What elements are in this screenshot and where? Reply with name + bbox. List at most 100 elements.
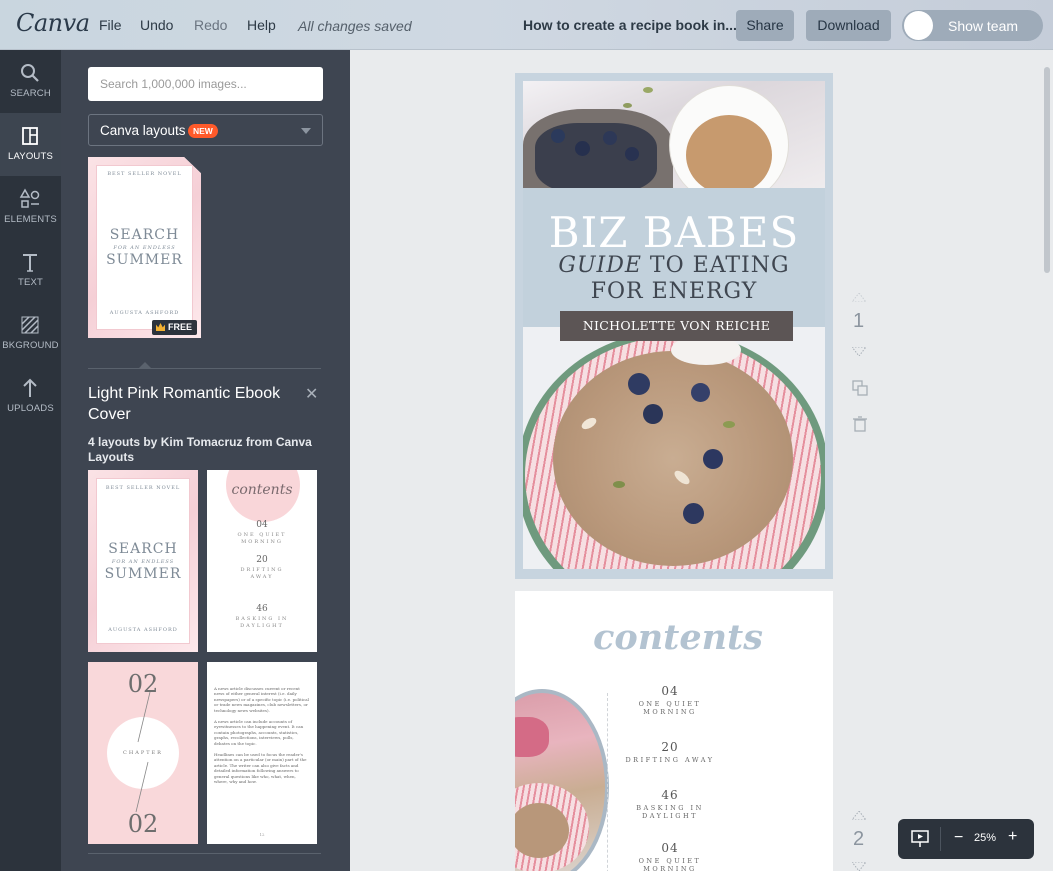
zoom-level[interactable]: 25% [974, 832, 996, 844]
cover-title-line3: FOR ENERGY [590, 279, 758, 304]
photo-blueberries-almonds [523, 81, 825, 188]
pumpkin-seed [623, 103, 632, 108]
thumb-entry-num: 46 [256, 604, 268, 614]
layout-thumbnail-cover[interactable]: BEST SELLER NOVEL SEARCH FOR AN ENDLESS … [88, 470, 198, 652]
thumb-article-paragraph: Headlines can be used to focus the reade… [214, 752, 307, 785]
thumb-entry-text: BASKING IN DAYLIGHT [235, 616, 289, 629]
search-icon [21, 64, 39, 82]
thumb-kicker: BEST SELLER NOVEL [105, 485, 181, 491]
zoom-in-button[interactable]: + [1008, 828, 1017, 846]
layout-group-subtitle: 4 layouts by Kim Tomacruz from Canva Lay… [88, 435, 312, 464]
pink-cup [515, 717, 549, 757]
caret-up-icon [139, 362, 151, 368]
rail-item-text[interactable]: TEXT [0, 239, 61, 302]
rail-item-layouts[interactable]: LAYOUTS [0, 113, 61, 176]
zoom-out-button[interactable]: − [954, 829, 963, 847]
toc-entry-num: 04 [661, 684, 679, 698]
rail-item-elements[interactable]: ELEMENTS [0, 176, 61, 239]
photo-circle [515, 693, 605, 871]
toc-entry-num: 46 [661, 788, 679, 802]
panel-divider [88, 853, 321, 854]
thumb-entry-num: 04 [256, 520, 268, 530]
page-number-2: 2 [853, 828, 865, 850]
layouts-icon [22, 127, 38, 145]
thumb-line1: SEARCH [108, 541, 178, 557]
toc-entry-text: ONE QUIET MORNING [638, 857, 702, 871]
move-page-up-icon[interactable] [852, 811, 866, 820]
move-page-down-icon[interactable] [852, 347, 866, 356]
menu-redo[interactable]: Redo [194, 17, 227, 33]
blueberry [703, 449, 723, 469]
thumb-article-body: A news article discusses current or rece… [214, 686, 310, 785]
show-team-label: Show team [948, 18, 1019, 34]
close-icon[interactable]: ✕ [305, 384, 318, 404]
thumb-article-page: 12 [259, 832, 265, 837]
dashed-guide [607, 693, 608, 871]
document-title[interactable]: How to create a recipe book in... [523, 17, 737, 33]
rail-item-background[interactable]: BKGROUND [0, 302, 61, 365]
thumb-article-paragraph: A news article discusses current or rece… [214, 686, 309, 713]
show-team-toggle[interactable]: Show team [902, 10, 1043, 41]
blueberry [625, 147, 639, 161]
toc-entry-text: ONE QUIET MORNING [638, 700, 702, 716]
zoom-control: − 25% + [898, 819, 1034, 859]
cover-title-italic: GUIDE [558, 253, 642, 278]
rail-label-background: BKGROUND [2, 340, 59, 351]
image-search-input[interactable] [88, 67, 323, 101]
cover-title-line2: GUIDE TO EATING [515, 253, 833, 278]
canva-logo[interactable]: Canva [16, 9, 90, 37]
presentation-icon[interactable] [911, 830, 929, 848]
save-status: All changes saved [298, 18, 412, 34]
page-2-contents[interactable]: contents 04 ONE QUIET MORNING 20 DRIFTIN… [515, 591, 833, 871]
menu-undo[interactable]: Undo [140, 17, 173, 33]
thumb-author: AUGUSTA ASHFORD [109, 310, 180, 316]
layout-thumbnail-contents[interactable]: contents 04 ONE QUIET MORNING 20 DRIFTIN… [207, 470, 317, 652]
elements-icon [19, 188, 40, 208]
blueberry [551, 129, 565, 143]
download-button[interactable]: Download [806, 10, 891, 41]
free-badge: FREE [152, 320, 198, 335]
vertical-scrollbar[interactable] [1044, 67, 1050, 273]
rail-item-search[interactable]: SEARCH [0, 50, 61, 113]
rail-label-layouts: LAYOUTS [7, 151, 54, 162]
thumb-line3: SUMMER [104, 566, 182, 582]
pumpkin-seed [723, 421, 735, 428]
toc-entry-text: BASKING IN DAYLIGHT [636, 804, 704, 820]
layout-thumbnail-featured[interactable]: BEST SELLER NOVEL SEARCH FOR AN ENDLESS … [88, 157, 201, 338]
trash-icon[interactable] [853, 416, 867, 432]
thumb-line2: FOR AN ENDLESS [111, 559, 175, 565]
rail-label-elements: ELEMENTS [4, 214, 57, 225]
toc-entry-text: DRIFTING AWAY [625, 756, 715, 764]
crown-icon [156, 323, 165, 331]
layouts-panel: Canva layouts NEW BEST SELLER NOVEL SEAR… [61, 50, 350, 871]
top-bar: Canva File Undo Redo Help All changes sa… [0, 0, 1053, 50]
rail-item-uploads[interactable]: UPLOADS [0, 365, 61, 428]
thumb-entry-text: ONE QUIET MORNING [237, 532, 287, 545]
thumb-contents-title: contents [231, 482, 293, 498]
background-icon [21, 316, 39, 334]
thumb-line3: SUMMER [106, 252, 183, 268]
rail-label-search: SEARCH [10, 88, 51, 99]
new-badge: NEW [188, 124, 218, 138]
photo-oatmeal-bowl [523, 327, 825, 569]
toggle-knob [904, 11, 933, 40]
menu-help[interactable]: Help [247, 17, 276, 33]
move-page-down-icon[interactable] [852, 862, 866, 871]
blueberry [603, 131, 617, 145]
toc-entry-num: 20 [661, 740, 679, 754]
menu-file[interactable]: File [99, 17, 122, 33]
blueberry [575, 141, 590, 156]
left-rail: SEARCH LAYOUTS ELEMENTS TEXT BKGROUND UP… [0, 50, 61, 871]
cover-author-bar: NICHOLETTE VON REICHE [560, 311, 793, 341]
layout-thumbnail-chapter[interactable]: 02 CHAPTER 02 [88, 662, 198, 844]
oatmeal [553, 351, 793, 566]
move-page-up-icon[interactable] [852, 293, 866, 302]
thumb-entry-num: 20 [256, 555, 268, 565]
thumb-entry-text: DRIFTING AWAY [240, 567, 284, 580]
copy-page-icon[interactable] [852, 380, 868, 396]
share-button[interactable]: Share [736, 10, 794, 41]
layout-thumbnail-article[interactable]: A news article discusses current or rece… [207, 662, 317, 844]
blueberry [643, 404, 663, 424]
layout-source-select[interactable]: Canva layouts NEW [88, 114, 323, 146]
page-1-cover[interactable]: BIZ BABES GUIDE TO EATING FOR ENERGY NIC… [515, 73, 833, 579]
